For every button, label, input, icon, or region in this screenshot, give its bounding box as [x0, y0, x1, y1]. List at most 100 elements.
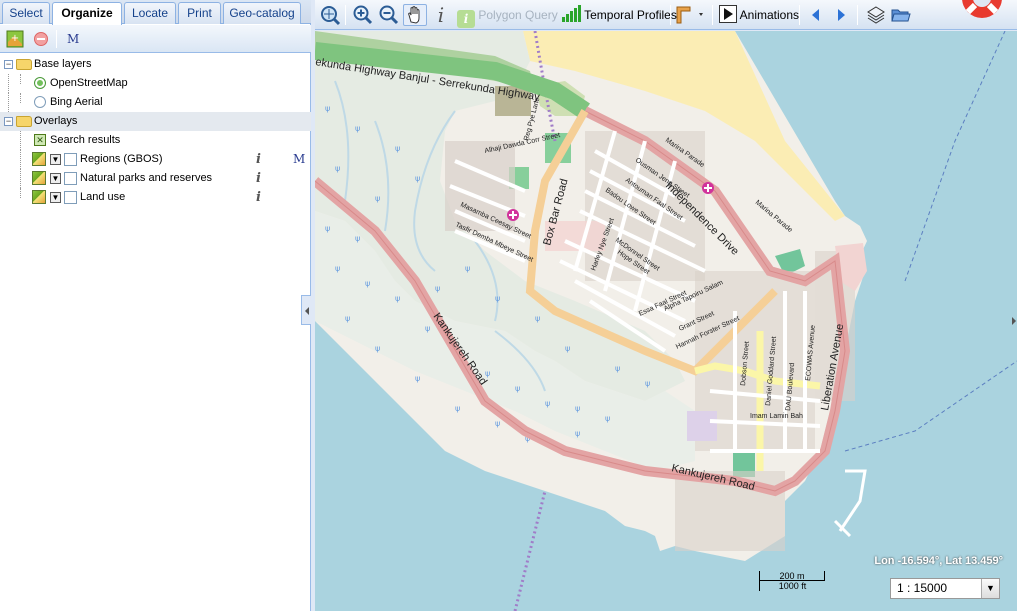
- scale-select[interactable]: 1 : 15000 ▼: [890, 578, 1000, 599]
- bing-radio[interactable]: [34, 96, 46, 108]
- svg-text:+: +: [11, 33, 19, 44]
- svg-text:ψ: ψ: [325, 104, 330, 113]
- remove-layer-icon[interactable]: [32, 30, 50, 48]
- svg-text:ψ: ψ: [375, 344, 380, 353]
- tab-strip: Select Organize Locate Print Geo-catalog: [0, 0, 311, 25]
- tree-label: Bing Aerial: [50, 96, 103, 108]
- map-tiles: ψψψ ψψψ ψψψ ψψψ ψψψ ψψψ ψψψ ψψψ ψψψ ψψψ …: [315, 31, 1017, 611]
- tab-print[interactable]: Print: [178, 2, 221, 24]
- chevron-down-icon[interactable]: ▼: [981, 579, 999, 598]
- tree-line: [20, 93, 21, 103]
- tree-label: Regions (GBOS): [80, 153, 163, 165]
- scale-select-value: 1 : 15000: [897, 581, 948, 595]
- tree-line: [20, 169, 21, 188]
- parks-checkbox[interactable]: [64, 172, 77, 185]
- open-folder-icon[interactable]: [891, 4, 911, 26]
- svg-text:ψ: ψ: [495, 294, 500, 303]
- polygon-query-icon: i: [457, 10, 475, 28]
- play-icon: [719, 5, 737, 23]
- tab-geo-catalog[interactable]: Geo-catalog: [223, 2, 301, 24]
- zoom-in-icon[interactable]: [352, 4, 374, 26]
- svg-text:ψ: ψ: [325, 224, 330, 233]
- regions-checkbox[interactable]: [64, 153, 77, 166]
- info-icon[interactable]: i: [256, 188, 261, 207]
- tab-select[interactable]: Select: [2, 2, 50, 24]
- svg-text:ψ: ψ: [495, 419, 500, 428]
- polygon-query-button[interactable]: i Polygon Query: [457, 4, 558, 28]
- info-icon[interactable]: i: [256, 150, 261, 169]
- folder-icon: [16, 59, 32, 70]
- tree-node-bing-aerial[interactable]: Bing Aerial: [0, 93, 311, 112]
- zoom-out-icon[interactable]: [378, 4, 400, 26]
- zoom-extent-icon[interactable]: [319, 4, 341, 26]
- tree-node-overlays[interactable]: − Overlays: [0, 112, 311, 131]
- ruler-icon: [676, 6, 703, 24]
- tab-organize[interactable]: Organize: [52, 2, 122, 25]
- collapse-icon[interactable]: −: [4, 60, 13, 69]
- layer-menu-arrow-icon[interactable]: ▼: [50, 173, 61, 184]
- next-extent-icon[interactable]: [834, 4, 848, 26]
- layer-menu-arrow-icon[interactable]: ▼: [50, 154, 61, 165]
- toolbar-separator: [799, 5, 800, 25]
- tree-label: Land use: [80, 191, 126, 203]
- help-lifebuoy-icon[interactable]: [958, 0, 1006, 22]
- tree-node-search-results[interactable]: ✕ Search results: [0, 131, 311, 150]
- animations-button[interactable]: Animations: [719, 4, 799, 26]
- tree-line: [20, 188, 21, 198]
- toolbar-separator: [56, 30, 57, 48]
- osm-radio[interactable]: [34, 77, 46, 89]
- right-panel-handle[interactable]: [1011, 306, 1017, 336]
- tree-label: OpenStreetMap: [50, 77, 128, 89]
- pan-hand-icon[interactable]: [403, 4, 427, 26]
- metadata-icon[interactable]: M: [293, 150, 305, 169]
- svg-text:ψ: ψ: [575, 404, 580, 413]
- info-tool-icon[interactable]: i: [433, 3, 449, 27]
- svg-text:ψ: ψ: [335, 164, 340, 173]
- toolbar-separator: [345, 5, 346, 25]
- scale-metric: 200 m: [759, 571, 825, 581]
- tab-locate[interactable]: Locate: [124, 2, 176, 24]
- svg-text:ψ: ψ: [515, 384, 520, 393]
- panel-collapse-handle[interactable]: [301, 295, 311, 325]
- tree-node-openstreetmap[interactable]: OpenStreetMap: [0, 74, 311, 93]
- layer-menu-arrow-icon[interactable]: ▼: [50, 192, 61, 203]
- temporal-profiles-button[interactable]: Temporal Profiles: [561, 4, 677, 26]
- svg-text:ψ: ψ: [455, 404, 460, 413]
- svg-text:ψ: ψ: [365, 279, 370, 288]
- tree-node-natural-parks[interactable]: ▼ Natural parks and reserves i: [0, 169, 311, 188]
- cursor-coordinates: Lon -16.594°, Lat 13.459°: [874, 555, 1003, 567]
- svg-text:ψ: ψ: [615, 364, 620, 373]
- map-canvas[interactable]: ψψψ ψψψ ψψψ ψψψ ψψψ ψψψ ψψψ ψψψ ψψψ ψψψ …: [315, 31, 1017, 611]
- tree-node-base-layers[interactable]: − Base layers: [0, 55, 311, 74]
- collapse-icon[interactable]: −: [4, 117, 13, 126]
- metadata-icon[interactable]: M: [67, 30, 85, 48]
- layers-stack-icon[interactable]: [866, 4, 886, 26]
- info-icon[interactable]: i: [256, 169, 261, 188]
- tree-line: [20, 131, 21, 150]
- landuse-checkbox[interactable]: [64, 191, 77, 204]
- svg-text:ψ: ψ: [425, 324, 430, 333]
- svg-text:ψ: ψ: [375, 194, 380, 203]
- layer-tree: − Base layers OpenStreetMap Bing Aerial …: [0, 55, 311, 207]
- previous-extent-icon[interactable]: [809, 4, 823, 26]
- svg-text:ψ: ψ: [545, 399, 550, 408]
- scale-imperial: 1000 ft: [759, 581, 825, 591]
- scale-bar: 200 m 1000 ft: [759, 571, 831, 593]
- tree-node-land-use[interactable]: ▼ Land use i: [0, 188, 311, 207]
- svg-text:ψ: ψ: [395, 294, 400, 303]
- tree-node-regions[interactable]: ▼ Regions (GBOS) i M: [0, 150, 311, 169]
- svg-text:ψ: ψ: [395, 144, 400, 153]
- search-results-icon: ✕: [34, 134, 46, 146]
- svg-text:ψ: ψ: [415, 374, 420, 383]
- svg-text:ψ: ψ: [565, 344, 570, 353]
- toolbar-separator: [857, 5, 858, 25]
- tree-line: [8, 93, 9, 112]
- layer-icon: [32, 190, 46, 204]
- svg-text:ψ: ψ: [355, 124, 360, 133]
- measure-tool-button[interactable]: [675, 4, 707, 26]
- tree-line: [20, 150, 21, 169]
- add-layer-icon[interactable]: +: [6, 30, 24, 48]
- tree-label: Base layers: [34, 58, 92, 70]
- svg-text:ψ: ψ: [435, 284, 440, 293]
- svg-text:i: i: [438, 4, 444, 26]
